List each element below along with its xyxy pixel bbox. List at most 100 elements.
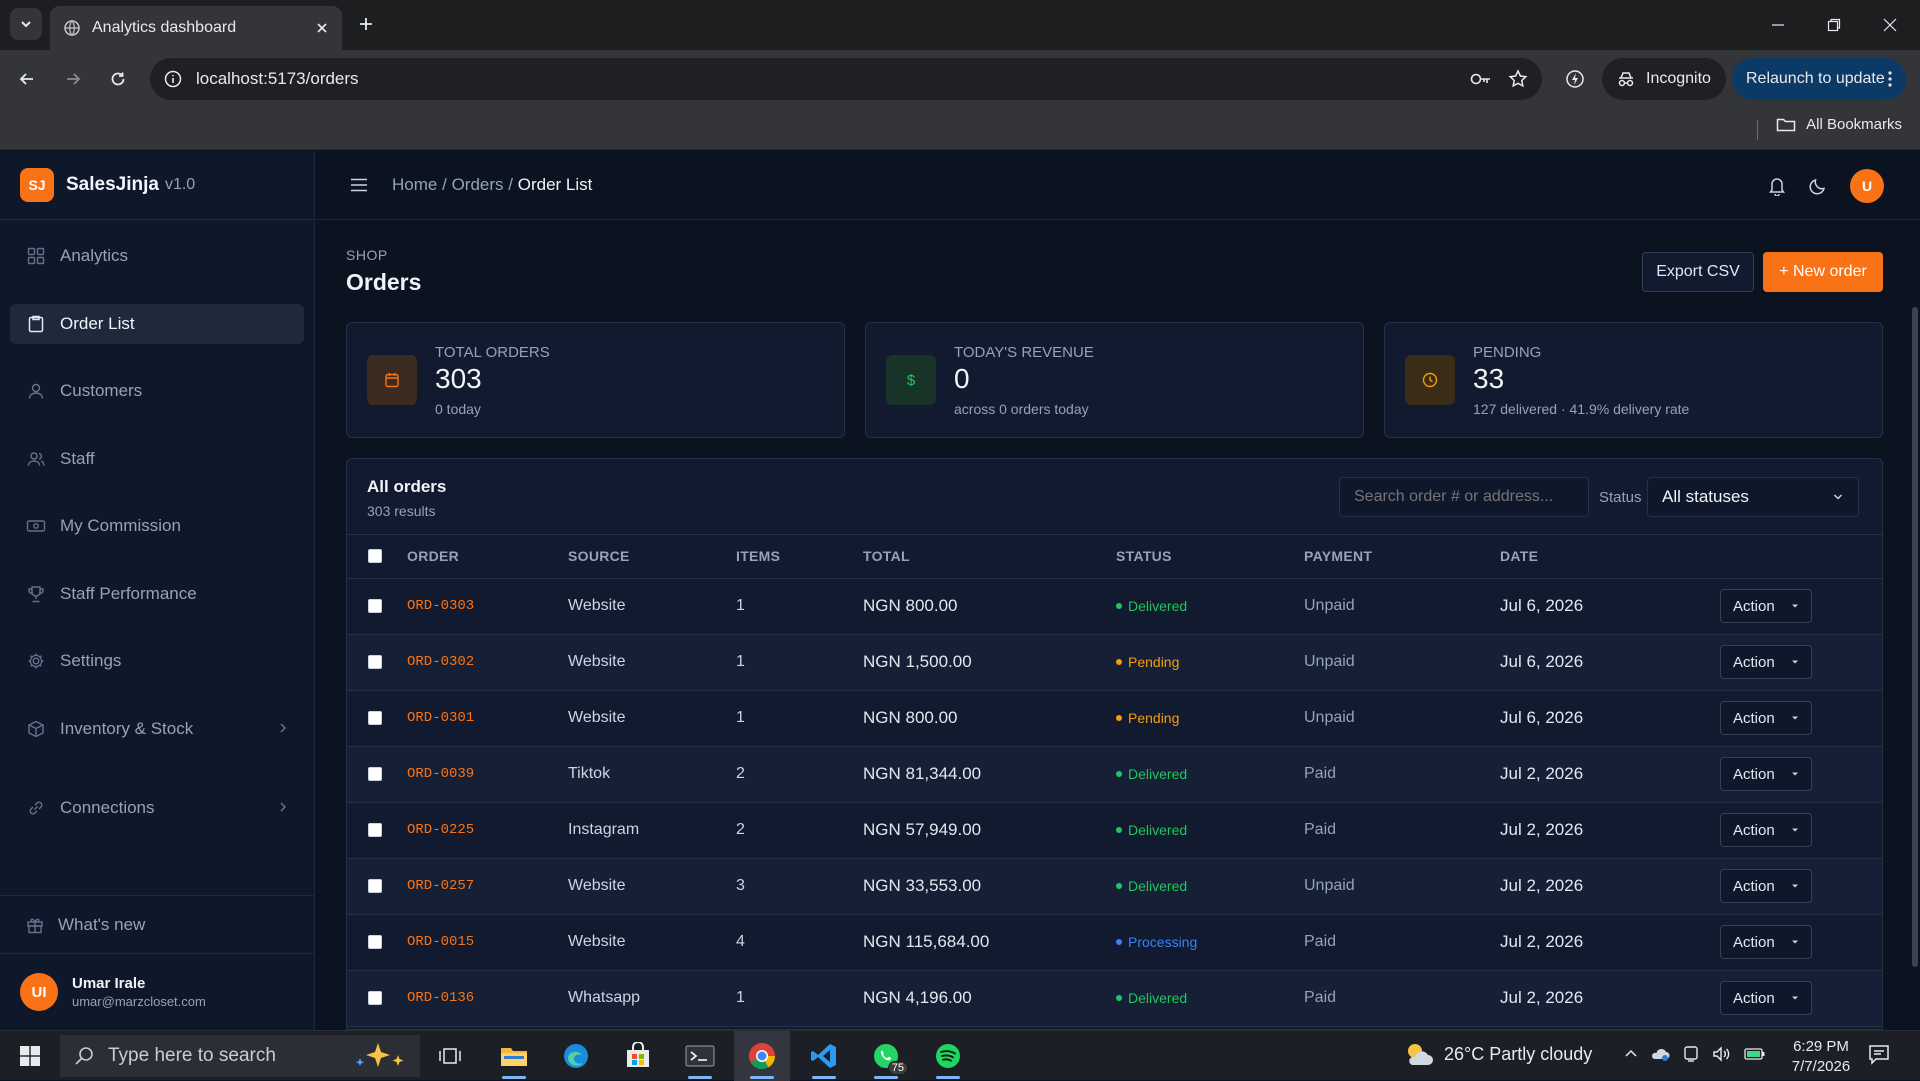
order-id-link[interactable]: ORD-0136	[407, 970, 568, 1027]
row-checkbox[interactable]	[368, 935, 382, 949]
table-row[interactable]: ORD-0302 Website 1 NGN 1,500.00 Pending …	[347, 634, 1882, 691]
task-view-button[interactable]	[422, 1031, 478, 1081]
close-window-button[interactable]	[1862, 0, 1918, 50]
column-header-date[interactable]: DATE	[1500, 535, 1720, 579]
order-id-link[interactable]: ORD-0039	[407, 746, 568, 803]
table-row[interactable]: ORD-0039 Tiktok 2 NGN 81,344.00 Delivere…	[347, 746, 1882, 803]
star-icon[interactable]	[1508, 69, 1528, 89]
table-row[interactable]: ORD-0225 Instagram 2 NGN 57,949.00 Deliv…	[347, 802, 1882, 859]
taskbar-whatsapp[interactable]: 75	[858, 1031, 914, 1081]
forward-button[interactable]	[58, 64, 88, 94]
sidebar-item-my-commission[interactable]: My Commission	[10, 506, 304, 546]
order-id-link[interactable]: ORD-0302	[407, 634, 568, 691]
new-tab-button[interactable]	[352, 10, 380, 38]
start-button[interactable]	[12, 1041, 48, 1071]
sidebar-item-settings[interactable]: Settings	[10, 641, 304, 681]
restore-button[interactable]	[1806, 0, 1862, 50]
tab-search-button[interactable]	[10, 8, 42, 40]
column-header-status[interactable]: STATUS	[1116, 535, 1304, 579]
sidebar-item-connections[interactable]: Connections	[10, 788, 304, 828]
hamburger-icon[interactable]	[350, 178, 368, 192]
table-row[interactable]: ORD-0015 Website 4 NGN 115,684.00 Proces…	[347, 914, 1882, 971]
reload-button[interactable]	[103, 64, 133, 94]
whats-new-link[interactable]: What's new	[0, 895, 315, 953]
relaunch-button[interactable]: Relaunch to update	[1732, 58, 1906, 100]
sidebar-item-analytics[interactable]: Analytics	[10, 236, 304, 276]
weather-widget[interactable]: 26°C Partly cloudy	[1404, 1041, 1592, 1067]
taskbar-spotify[interactable]	[920, 1031, 976, 1081]
extension-button[interactable]	[1560, 64, 1590, 94]
brand[interactable]: SJ SalesJinja v1.0	[0, 151, 314, 220]
notification-icon[interactable]	[1868, 1043, 1890, 1065]
taskbar-file-explorer[interactable]	[486, 1031, 542, 1081]
key-icon[interactable]	[1470, 72, 1492, 86]
taskbar-store[interactable]	[610, 1031, 666, 1081]
meet-icon[interactable]	[1682, 1045, 1700, 1063]
order-id-link[interactable]: ORD-0303	[407, 578, 568, 635]
table-row[interactable]: ORD-0257 Website 3 NGN 33,553.00 Deliver…	[347, 858, 1882, 915]
row-checkbox[interactable]	[368, 711, 382, 725]
row-checkbox[interactable]	[368, 599, 382, 613]
back-button[interactable]	[12, 64, 42, 94]
row-checkbox[interactable]	[368, 879, 382, 893]
page-scrollbar[interactable]	[1912, 307, 1918, 967]
sidebar-item-staff-performance[interactable]: Staff Performance	[10, 574, 304, 614]
taskbar-search[interactable]: Type here to search	[60, 1035, 420, 1077]
address-bar[interactable]: localhost:5173/orders	[150, 58, 1542, 100]
kebab-menu-icon[interactable]	[1888, 71, 1892, 87]
info-icon[interactable]	[164, 70, 182, 88]
table-row[interactable]: ORD-0136 Whatsapp 1 NGN 4,196.00 Deliver…	[347, 970, 1882, 1027]
row-action-button[interactable]: Action	[1720, 981, 1812, 1015]
row-checkbox[interactable]	[368, 991, 382, 1005]
status-filter-select[interactable]: All statuses	[1647, 477, 1859, 517]
row-action-button[interactable]: Action	[1720, 925, 1812, 959]
row-checkbox[interactable]	[368, 655, 382, 669]
avatar[interactable]: U	[1850, 169, 1884, 203]
column-header-total[interactable]: TOTAL	[863, 535, 1116, 579]
incognito-chip[interactable]: Incognito	[1602, 58, 1726, 100]
row-action-button[interactable]: Action	[1720, 813, 1812, 847]
battery-charging-icon[interactable]	[1744, 1047, 1766, 1061]
moon-icon[interactable]	[1808, 176, 1828, 196]
row-action-button[interactable]: Action	[1720, 645, 1812, 679]
user-profile[interactable]: UI Umar Irale umar@marzcloset.com	[0, 953, 315, 1030]
sidebar-item-staff[interactable]: Staff	[10, 439, 304, 479]
table-row[interactable]: ORD-0303 Website 1 NGN 800.00 Delivered …	[347, 578, 1882, 635]
taskbar-chrome[interactable]	[734, 1031, 790, 1081]
taskbar-terminal[interactable]	[672, 1031, 728, 1081]
breadcrumb-home[interactable]: Home	[392, 175, 437, 194]
sidebar-item-customers[interactable]: Customers	[10, 371, 304, 411]
minimize-button[interactable]	[1750, 0, 1806, 50]
column-header-source[interactable]: SOURCE	[568, 535, 736, 579]
taskbar-vscode[interactable]	[796, 1031, 852, 1081]
order-id-link[interactable]: ORD-0225	[407, 802, 568, 859]
table-row[interactable]: ORD-0301 Website 1 NGN 800.00 Pending Un…	[347, 690, 1882, 747]
column-header-order[interactable]: ORDER	[407, 535, 568, 579]
sidebar-item-inventory-stock[interactable]: Inventory & Stock	[10, 709, 304, 749]
search-input[interactable]	[1339, 477, 1589, 517]
row-checkbox[interactable]	[368, 823, 382, 837]
column-header-payment[interactable]: PAYMENT	[1304, 535, 1500, 579]
order-id-link[interactable]: ORD-0301	[407, 690, 568, 747]
close-icon[interactable]	[316, 22, 328, 34]
new-order-button[interactable]: + New order	[1763, 252, 1883, 292]
row-action-button[interactable]: Action	[1720, 701, 1812, 735]
row-checkbox[interactable]	[368, 767, 382, 781]
breadcrumb-orders[interactable]: Orders	[452, 175, 504, 194]
order-id-link[interactable]: ORD-0015	[407, 914, 568, 971]
row-action-button[interactable]: Action	[1720, 869, 1812, 903]
row-action-button[interactable]: Action	[1720, 757, 1812, 791]
export-csv-button[interactable]: Export CSV	[1642, 252, 1754, 292]
system-clock[interactable]: 6:29 PM 7/7/2026	[1766, 1037, 1876, 1077]
column-header-items[interactable]: ITEMS	[736, 535, 863, 579]
chevron-up-icon[interactable]	[1624, 1047, 1638, 1061]
volume-icon[interactable]	[1712, 1046, 1732, 1062]
bell-icon[interactable]	[1768, 176, 1786, 196]
order-id-link[interactable]: ORD-0257	[407, 858, 568, 915]
browser-tab-active[interactable]: Analytics dashboard	[50, 6, 342, 50]
all-bookmarks-button[interactable]: All Bookmarks	[1776, 116, 1902, 133]
sidebar-item-order-list[interactable]: Order List	[10, 303, 304, 344]
select-all-checkbox[interactable]	[368, 549, 382, 564]
onedrive-icon[interactable]	[1650, 1046, 1670, 1062]
url-text[interactable]: localhost:5173/orders	[196, 69, 1454, 89]
